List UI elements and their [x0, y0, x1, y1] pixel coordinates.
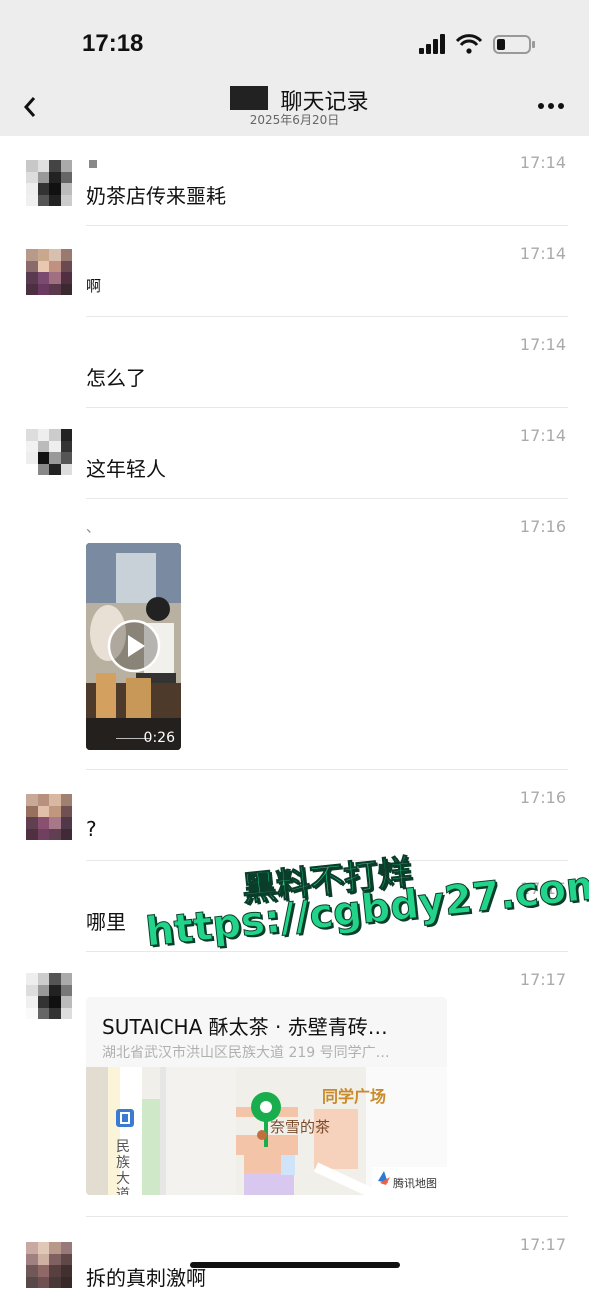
chat-message: 17:17 SUTAICHA 酥太茶 · 赤壁青砖… 湖北省武汉市洪山区民族大道…: [0, 953, 589, 1217]
location-title: SUTAICHA 酥太茶 · 赤壁青砖…: [102, 1015, 388, 1039]
chat-message: 17:14 这年轻人: [0, 409, 589, 499]
page-subtitle-date: 2025年6月20日: [249, 113, 340, 127]
signal-wifi-battery-icon: [419, 34, 535, 54]
chat-message: 17:17 拆的真刺激啊: [0, 1218, 589, 1290]
video-duration: 0:26: [143, 730, 175, 746]
avatar[interactable]: [26, 794, 72, 840]
message-time: 17:17: [519, 1235, 566, 1254]
message-time: 17:16: [519, 517, 566, 536]
divider: [86, 769, 568, 770]
video-message[interactable]: 0:26: [86, 543, 181, 750]
map-label-plaza: 同学广场: [322, 1087, 387, 1106]
chat-message: 、 17:16 0:26: [0, 500, 589, 770]
avatar[interactable]: [26, 160, 72, 206]
map-label-road: 民族大道: [116, 1139, 130, 1195]
chat-message: 17:16 ?: [0, 771, 589, 861]
message-text: 啊: [86, 277, 102, 295]
message-text: ?: [86, 817, 97, 841]
location-map: 同学广场 奈雪的茶 民族大道 腾讯地图: [86, 1067, 447, 1195]
avatar[interactable]: [26, 429, 72, 475]
avatar[interactable]: [26, 1242, 72, 1288]
redacted-name-block: [89, 160, 97, 168]
more-options-button[interactable]: [537, 96, 565, 116]
chat-message: 17:14 怎么了: [0, 318, 589, 408]
avatar[interactable]: [26, 249, 72, 295]
map-label-shop: 奈雪的茶: [270, 1118, 331, 1136]
chat-message: 17:14 奶茶店传来噩耗: [0, 136, 589, 226]
home-indicator[interactable]: [190, 1262, 400, 1268]
divider: [86, 1216, 568, 1217]
message-text: 怎么了: [86, 366, 146, 390]
message-text: 拆的真刺激啊: [86, 1266, 206, 1290]
chat-header: 聊天记录 2025年6月20日: [0, 80, 589, 136]
message-text: 奶茶店传来噩耗: [86, 184, 226, 208]
divider: [86, 225, 568, 226]
message-time: 17:14: [519, 426, 566, 445]
play-icon: [107, 619, 161, 673]
ellipsis-icon: [538, 103, 564, 109]
divider: [86, 407, 568, 408]
map-provider: 腾讯地图: [393, 1177, 437, 1190]
status-time: 17:18: [82, 30, 144, 57]
message-time: 17:14: [519, 244, 566, 263]
message-text: 哪里: [86, 910, 126, 934]
location-address: 湖北省武汉市洪山区民族大道 219 号同学广…: [102, 1045, 390, 1061]
message-time: 17:14: [519, 153, 566, 172]
sender-name: 、: [86, 520, 100, 536]
avatar[interactable]: [26, 973, 72, 1019]
divider: [86, 498, 568, 499]
chat-message: 17:14 啊: [0, 227, 589, 317]
message-time: 17:14: [519, 335, 566, 354]
message-time: 17:16: [519, 788, 566, 807]
status-bar: 17:18: [0, 0, 589, 80]
divider: [86, 316, 568, 317]
status-icons: [419, 32, 539, 56]
location-card[interactable]: SUTAICHA 酥太茶 · 赤壁青砖… 湖北省武汉市洪山区民族大道 219 号…: [86, 997, 447, 1195]
message-text: 这年轻人: [86, 457, 166, 481]
message-time: 17:17: [519, 970, 566, 989]
